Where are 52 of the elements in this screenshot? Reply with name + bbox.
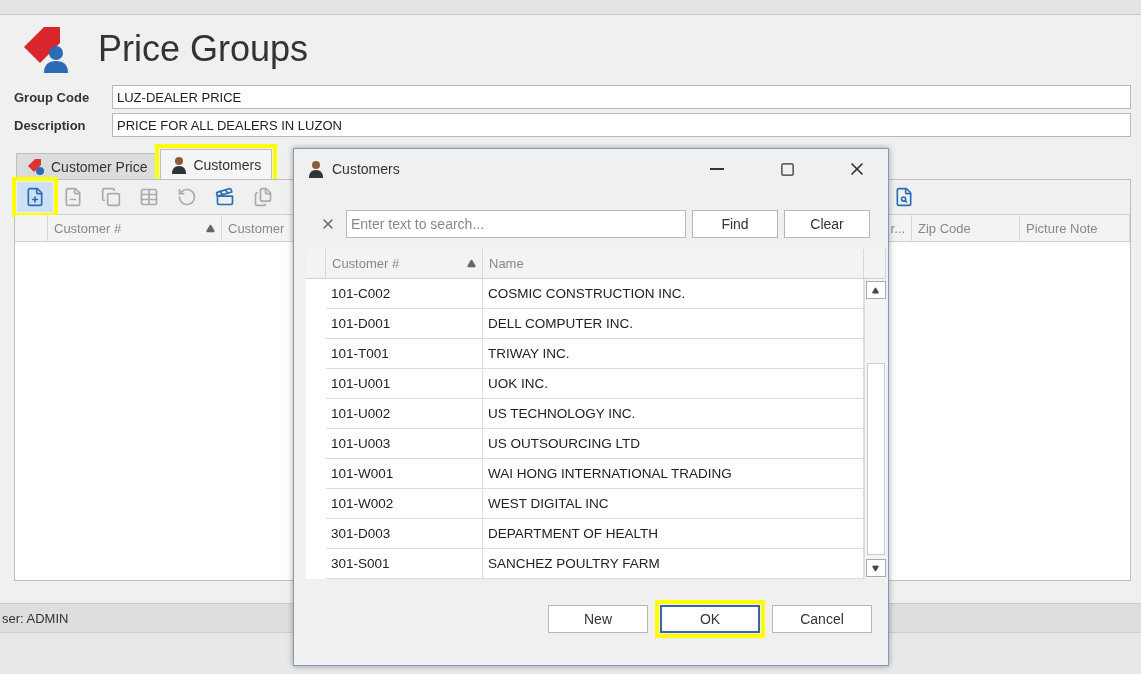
field-label: Group Code bbox=[14, 89, 91, 105]
clapperboard-icon bbox=[215, 187, 235, 207]
scrollbar[interactable] bbox=[864, 279, 886, 579]
dialog-button[interactable]: New bbox=[548, 605, 648, 633]
sort-ascending-icon bbox=[467, 259, 476, 268]
search-field[interactable]: Enter text to search... bbox=[346, 210, 686, 238]
person-icon bbox=[171, 155, 188, 174]
document-search-icon bbox=[894, 187, 914, 207]
dialog-button[interactable]: Cancel bbox=[772, 605, 872, 633]
table-cell[interactable]: US TECHNOLOGY INC. bbox=[483, 399, 864, 429]
user-status: ser: ADMIN bbox=[2, 610, 69, 626]
table-cell[interactable]: 101-W001 bbox=[326, 459, 483, 489]
remove-document-icon bbox=[63, 187, 83, 207]
copy-icon bbox=[101, 187, 121, 207]
table-cell[interactable]: 301-D003 bbox=[326, 519, 483, 549]
dialog-title: Customers bbox=[332, 161, 401, 177]
table-cell[interactable]: UOK INC. bbox=[483, 369, 864, 399]
table-cell[interactable]: 101-U002 bbox=[326, 399, 483, 429]
scroll-down-icon[interactable] bbox=[865, 559, 886, 577]
find-button[interactable]: Find bbox=[692, 210, 778, 238]
text-field[interactable]: PRICE FOR ALL DEALERS IN LUZON bbox=[112, 113, 1131, 137]
table-cell[interactable]: WAI HONG INTERNATIONAL TRADING bbox=[483, 459, 864, 489]
minimize-icon bbox=[710, 168, 724, 170]
table-cell[interactable]: TRIWAY INC. bbox=[483, 339, 864, 369]
table-cell[interactable]: 101-W002 bbox=[326, 489, 483, 519]
person-icon bbox=[308, 160, 324, 178]
text-field[interactable]: LUZ-DEALER PRICE bbox=[112, 85, 1131, 109]
refresh-icon bbox=[177, 187, 197, 207]
table-icon bbox=[139, 187, 159, 207]
table-cell[interactable]: 101-C002 bbox=[326, 279, 483, 309]
price-tag-person-icon bbox=[22, 25, 68, 73]
table-cell[interactable]: DELL COMPUTER INC. bbox=[483, 309, 864, 339]
table-cell[interactable]: 301-S001 bbox=[326, 549, 483, 579]
add-document-icon bbox=[25, 187, 45, 207]
scroll-up-icon[interactable] bbox=[865, 281, 886, 299]
table-cell[interactable]: 101-U003 bbox=[326, 429, 483, 459]
window-title: Price Groups bbox=[98, 28, 309, 70]
price-tag-icon bbox=[27, 157, 45, 176]
table-cell[interactable]: 101-D001 bbox=[326, 309, 483, 339]
table-cell[interactable]: 101-T001 bbox=[326, 339, 483, 369]
table-cell[interactable]: DEPARTMENT OF HEALTH bbox=[483, 519, 864, 549]
clear-button[interactable]: Clear bbox=[784, 210, 870, 238]
table-cell[interactable]: COSMIC CONSTRUCTION INC. bbox=[483, 279, 864, 309]
sort-ascending-icon bbox=[206, 223, 215, 233]
windows-icon bbox=[253, 187, 273, 207]
scrollbar-header bbox=[864, 249, 886, 279]
table-cell[interactable]: SANCHEZ POULTRY FARM bbox=[483, 549, 864, 579]
table-cell[interactable]: US OUTSOURCING LTD bbox=[483, 429, 864, 459]
table-cell[interactable]: 101-U001 bbox=[326, 369, 483, 399]
field-label: Description bbox=[14, 117, 87, 133]
maximize-icon bbox=[779, 161, 795, 177]
table-cell[interactable]: WEST DIGITAL INC bbox=[483, 489, 864, 519]
